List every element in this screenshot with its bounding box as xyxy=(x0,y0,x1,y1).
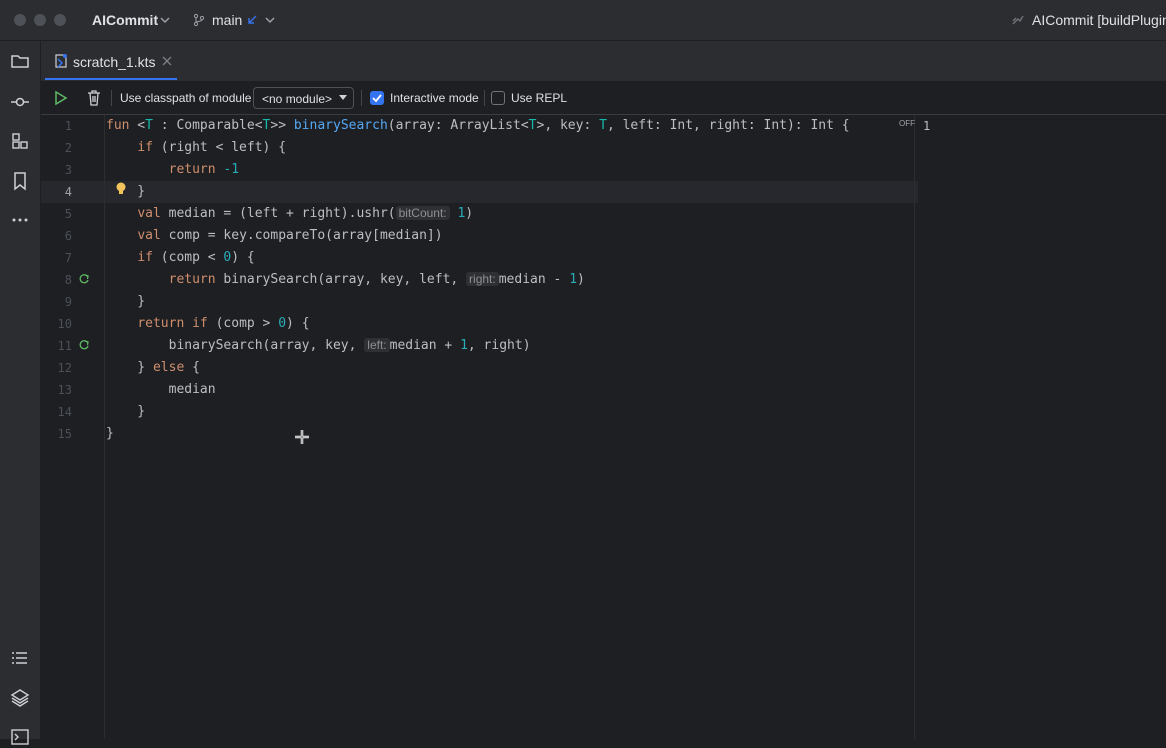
minimize-window-button[interactable] xyxy=(34,14,46,26)
line-number: 5 xyxy=(64,207,72,221)
run-configuration-title[interactable]: AICommit [buildPlugin xyxy=(1032,12,1166,28)
line-number: 8 xyxy=(64,273,72,287)
active-tab-indicator xyxy=(45,78,177,80)
code-line-15: } xyxy=(106,426,114,441)
line-number: 6 xyxy=(64,229,72,243)
layers-icon[interactable] xyxy=(9,687,31,709)
code-line-5: val median = (left + right).ushr(bitCoun… xyxy=(137,206,474,221)
line-number: 13 xyxy=(57,383,72,397)
code-line-14: } xyxy=(106,404,146,419)
incoming-arrow-icon xyxy=(248,15,257,24)
title-bar: AICommit main AICommit [buildPlugin xyxy=(0,0,1166,41)
inlay-hint: bitCount: xyxy=(395,206,450,220)
code-line-9: } xyxy=(106,294,146,309)
line-number: 12 xyxy=(57,361,72,375)
build-icon xyxy=(1012,15,1024,25)
chevron-down-icon[interactable] xyxy=(263,13,277,27)
code-line-11: binarySearch(array, key, left: median + 1… xyxy=(106,338,531,353)
crosshair-cursor-icon xyxy=(295,430,309,444)
line-number: 10 xyxy=(57,317,72,331)
line-number: 14 xyxy=(57,405,72,419)
line-number: 9 xyxy=(64,295,72,309)
line-number: 4 xyxy=(64,185,72,199)
scratch-toolbar: Use classpath of module <no module> Inte… xyxy=(41,82,1166,115)
trash-icon[interactable] xyxy=(85,89,103,107)
scratch-result: 1 xyxy=(923,119,931,133)
interactive-mode-label[interactable]: Interactive mode xyxy=(390,91,479,105)
tab-scratch-file[interactable]: scratch_1.kts xyxy=(41,41,181,81)
right-margin-guide xyxy=(914,115,915,739)
output-toggle-off[interactable]: OFF xyxy=(899,119,915,128)
zoom-window-button[interactable] xyxy=(54,14,66,26)
code-line-12: } else { xyxy=(106,360,200,375)
code-line-3: return -1 xyxy=(168,162,240,177)
gutter-border xyxy=(104,115,105,739)
editor-tab-bar: scratch_1.kts xyxy=(41,41,1166,81)
toolbar-separator xyxy=(484,90,485,106)
inlay-hint: right: xyxy=(466,272,499,286)
code-line-4: } xyxy=(106,184,146,199)
chevron-down-icon[interactable] xyxy=(158,13,172,27)
project-name[interactable]: AICommit xyxy=(92,12,158,28)
inlay-hint: left: xyxy=(364,338,390,352)
code-line-6: val comp = key.compareTo(array[median]) xyxy=(137,228,443,243)
list-icon[interactable] xyxy=(9,647,31,669)
code-line-2: if (right < left) { xyxy=(137,140,287,155)
code-line-8: return binarySearch(array, key, left, ri… xyxy=(168,272,585,287)
code-line-1: fun <T : Comparable<T>> binarySearch(arr… xyxy=(106,118,850,133)
use-repl-label[interactable]: Use REPL xyxy=(511,91,567,105)
line-number: 15 xyxy=(57,427,72,441)
bookmark-icon[interactable] xyxy=(9,170,31,192)
current-line-highlight xyxy=(41,181,918,203)
interactive-mode-checkbox[interactable] xyxy=(370,91,384,105)
dropdown-arrow-icon xyxy=(339,95,347,100)
run-icon[interactable] xyxy=(52,89,70,107)
checkmark-icon xyxy=(372,94,382,103)
close-window-button[interactable] xyxy=(14,14,26,26)
terminal-icon[interactable] xyxy=(9,726,31,748)
more-icon[interactable] xyxy=(9,209,31,231)
commit-icon[interactable] xyxy=(9,91,31,113)
tool-window-bar xyxy=(0,41,41,745)
folder-icon[interactable] xyxy=(9,50,31,72)
close-icon[interactable] xyxy=(162,56,172,66)
line-number: 7 xyxy=(64,251,72,265)
line-number: 11 xyxy=(57,339,72,353)
branch-icon xyxy=(193,13,205,27)
recursion-icon xyxy=(79,340,89,350)
code-line-13: median xyxy=(106,382,216,397)
tab-label: scratch_1.kts xyxy=(73,54,156,70)
recursion-icon xyxy=(79,274,89,284)
use-repl-checkbox[interactable] xyxy=(491,91,505,105)
line-number: 2 xyxy=(64,141,72,155)
line-number: 3 xyxy=(64,163,72,177)
toolbar-separator xyxy=(361,90,362,106)
code-editor[interactable]: 1 2 3 4 5 6 7 8 9 10 11 12 13 14 15 fun … xyxy=(41,115,1166,739)
kotlin-script-icon xyxy=(55,54,67,68)
structure-icon[interactable] xyxy=(9,130,31,152)
line-number: 1 xyxy=(64,119,72,133)
branch-name[interactable]: main xyxy=(212,12,242,28)
module-select-value: <no module> xyxy=(262,92,333,106)
code-line-10: return if (comp > 0) { xyxy=(137,316,310,331)
module-select[interactable]: <no module> xyxy=(253,87,354,109)
toolbar-separator xyxy=(111,90,112,106)
code-line-7: if (comp < 0) { xyxy=(137,250,255,265)
classpath-label: Use classpath of module xyxy=(120,91,252,105)
